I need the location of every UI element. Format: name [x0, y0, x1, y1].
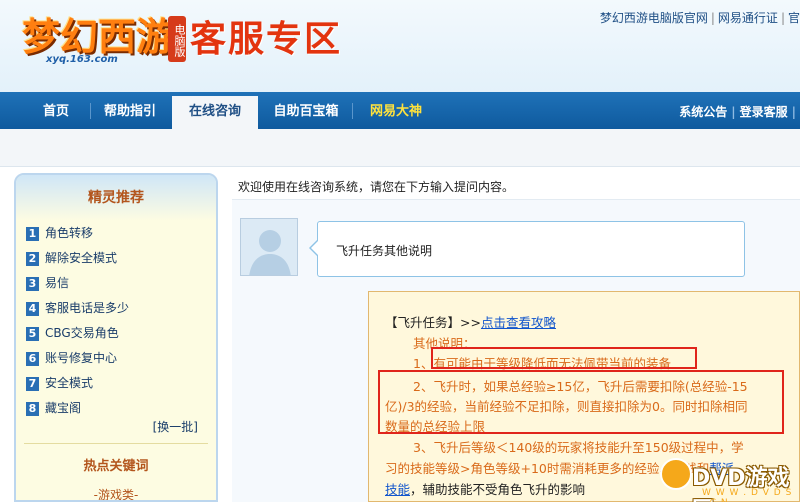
list-item[interactable]: 4 客服电话是多少 [26, 296, 216, 321]
welcome-text: 欢迎使用在线咨询系统，请您在下方输入提问内容。 [238, 180, 515, 194]
more-link-truncated[interactable]: 官 [788, 11, 800, 25]
list-item[interactable]: 3 易信 [26, 271, 216, 296]
user-avatar [240, 218, 298, 276]
item-number: 5 [26, 326, 39, 341]
nav-divider [352, 103, 353, 119]
item-number: 1 [26, 226, 39, 241]
tab-home[interactable]: 首页 [28, 92, 84, 129]
system-notice-link[interactable]: 系统公告 [679, 105, 727, 119]
item-label: 易信 [45, 276, 70, 290]
divider [24, 443, 208, 444]
login-support-link[interactable]: 登录客服 [740, 105, 788, 119]
item-label: CBG交易角色 [45, 326, 119, 340]
answer-line: 技能，辅助技能不受角色飞升的影响 [385, 479, 585, 498]
item-label: 安全模式 [45, 376, 94, 390]
view-guide-link[interactable]: 点击查看攻略 [481, 315, 556, 330]
highlight-box [431, 347, 697, 369]
item-number: 3 [26, 276, 39, 291]
watermark-url: W W W . D V D S . C N [702, 488, 793, 502]
answer-line: 【飞升任务】>>点击查看攻略 [385, 312, 556, 331]
sidebar-title: 精灵推荐 [16, 175, 216, 221]
sub-band [0, 129, 800, 167]
item-number: 8 [26, 401, 39, 416]
watermark: DVD游戏网 W W W . D V D S . C N [658, 450, 800, 502]
page-title: 客服专区 [190, 19, 343, 60]
tab-toolbox[interactable]: 自助百宝箱 [266, 92, 346, 129]
logo-title: 梦幻西游 [22, 15, 175, 59]
answer-text: ，辅助技能不受角色飞升的影响 [410, 482, 586, 497]
highlight-box [378, 370, 784, 434]
item-number: 2 [26, 251, 39, 266]
list-item[interactable]: 1 角色转移 [26, 221, 216, 246]
list-item[interactable]: 6 账号修复中心 [26, 346, 216, 371]
item-label: 客服电话是多少 [45, 301, 130, 315]
recommend-list: 1 角色转移 2 解除安全模式 3 易信 4 客服电话是多少 5 CBG交易角色 6 账号修… [16, 221, 216, 421]
refresh-batch-link[interactable]: [换一批] [153, 418, 198, 435]
item-label: 角色转移 [45, 226, 94, 240]
recommend-sidebar: 精灵推荐 1 角色转移 2 解除安全模式 3 易信 4 客服电话是多少 5 CBG交易角色… [14, 173, 218, 502]
item-label: 藏宝阁 [45, 401, 82, 415]
item-number: 7 [26, 376, 39, 391]
item-label: 账号修复中心 [45, 351, 118, 365]
nav-right-links: 系统公告 | 登录客服 | [679, 105, 796, 119]
hot-keywords-title: 热点关键词 [83, 459, 149, 474]
logo-url: xyq.163.com [46, 54, 118, 65]
answer-heading: 【飞升任务】>> [385, 315, 481, 330]
hot-keywords-category: -游戏类- [93, 488, 139, 502]
item-number: 4 [26, 301, 39, 316]
nav-divider [90, 103, 91, 119]
watermark-logo-icon [660, 458, 692, 490]
item-label: 解除安全模式 [45, 251, 118, 265]
skill-link[interactable]: 技能 [385, 482, 410, 497]
question-bubble: 飞升任务其他说明 [309, 221, 745, 277]
passport-link[interactable]: 网易通行证 [718, 11, 778, 25]
tab-netease-dashen[interactable]: 网易大神 [360, 92, 432, 129]
site-header: 梦幻西游 电脑版 xyq.163.com 客服专区 梦幻西游电脑版官网 | 网易通行… [0, 0, 800, 92]
question-text: 飞升任务其他说明 [336, 244, 433, 258]
game-logo[interactable]: 梦幻西游 电脑版 xyq.163.com [10, 4, 186, 70]
top-links: 梦幻西游电脑版官网 | 网易通行证 | 官 [599, 11, 800, 25]
tab-help[interactable]: 帮助指引 [96, 92, 164, 129]
item-number: 6 [26, 351, 39, 366]
list-item[interactable]: 7 安全模式 [26, 371, 216, 396]
official-site-link[interactable]: 梦幻西游电脑版官网 [600, 11, 708, 25]
user-silhouette-icon [241, 219, 297, 275]
list-item[interactable]: 5 CBG交易角色 [26, 321, 216, 346]
main-nav: 首页 帮助指引 在线咨询 自助百宝箱 网易大神 系统公告 | 登录客服 | [0, 92, 800, 133]
logo-badge: 电脑版 [168, 16, 186, 62]
list-item[interactable]: 2 解除安全模式 [26, 246, 216, 271]
tab-online-consult[interactable]: 在线咨询 [172, 96, 258, 133]
